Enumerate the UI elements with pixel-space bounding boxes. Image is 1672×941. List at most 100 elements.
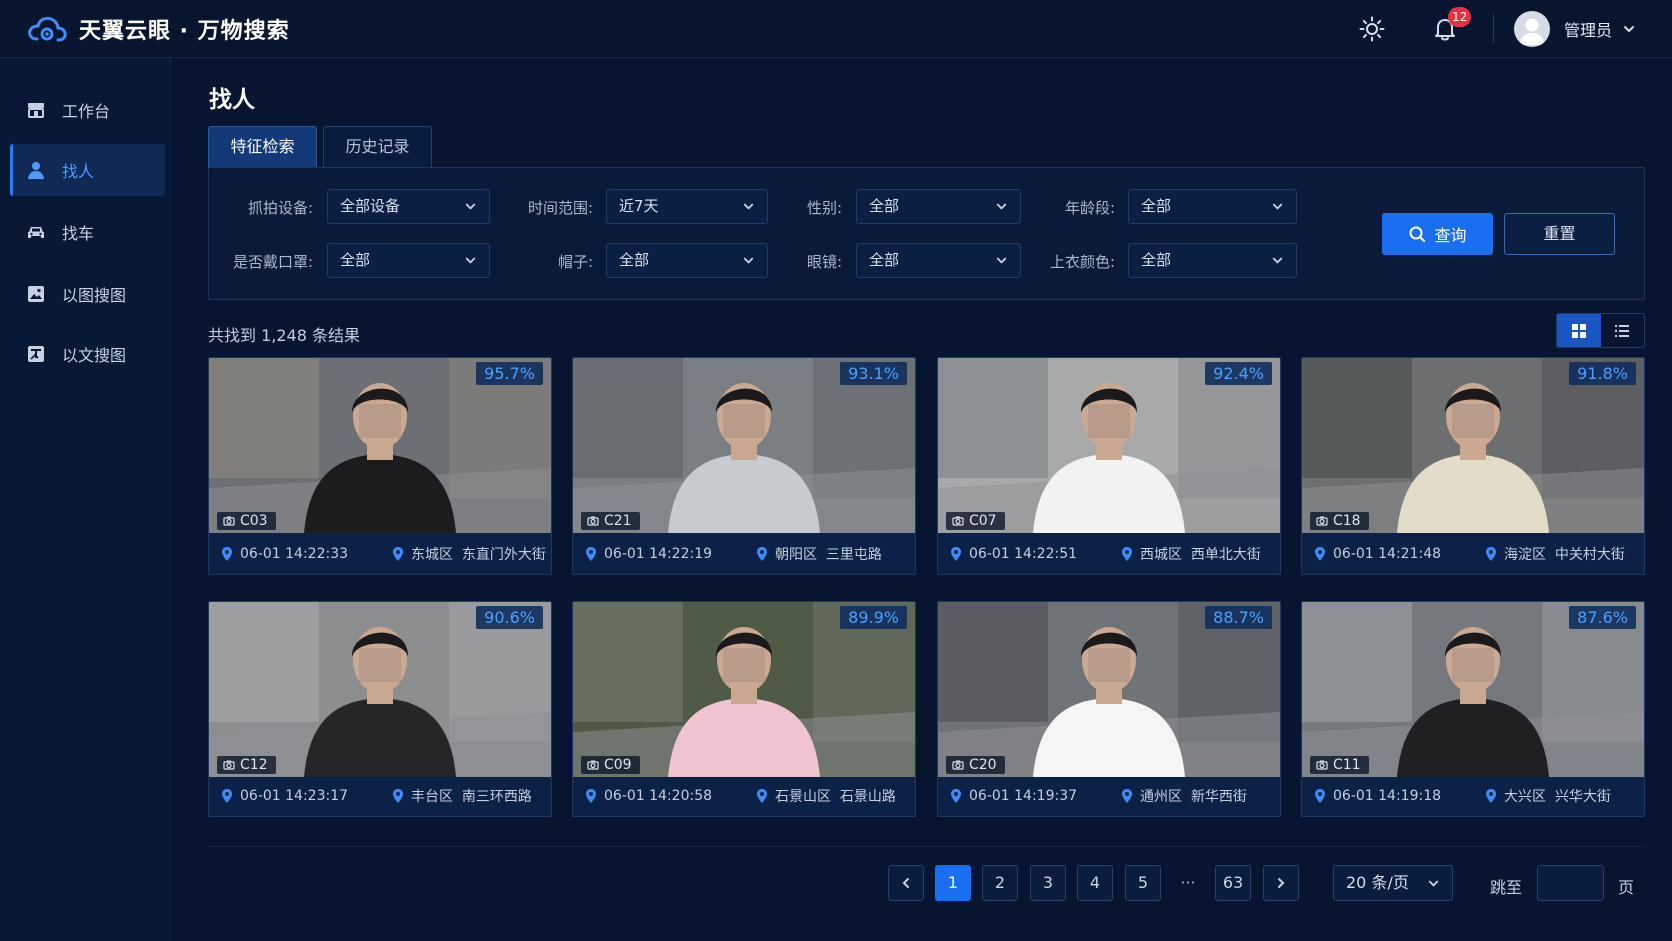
location-pin-icon	[757, 547, 767, 561]
sidebar-item-image-search[interactable]: 以图搜图	[10, 268, 165, 320]
camera-icon	[587, 760, 599, 770]
camera-icon	[587, 516, 599, 526]
camera-id: C12	[240, 757, 268, 773]
tab-feature-search[interactable]: 特征检索	[208, 126, 317, 168]
capture-time: 06-01 14:22:19	[585, 546, 712, 562]
capture-location: 西城区 西单北大街	[1121, 544, 1261, 564]
chevron-down-icon	[1272, 257, 1283, 264]
result-card[interactable]: 87.6% C11 06-01 14:19:18 大兴区 兴华大街	[1301, 601, 1645, 817]
result-card[interactable]: 95.7% C03 06-01 14:22:33 东城区 东直门外大街	[208, 357, 552, 575]
similarity-score: 90.6%	[476, 606, 543, 629]
sidebar-item-find-car[interactable]: 找车	[10, 206, 165, 258]
card-meta: 06-01 14:22:51 西城区 西单北大街	[938, 534, 1280, 574]
camera-icon	[1316, 516, 1328, 526]
pagination-ellipsis[interactable]: ···	[1176, 865, 1200, 901]
location-pin-icon	[586, 547, 596, 561]
camera-tag: C18	[1310, 512, 1369, 530]
page-button-2[interactable]: 2	[982, 865, 1018, 901]
reset-button[interactable]: 重置	[1504, 213, 1615, 255]
page-size-select[interactable]: 20 条/页	[1333, 865, 1453, 901]
location-pin-icon	[1315, 547, 1325, 561]
gender-select[interactable]: 全部	[856, 189, 1021, 224]
mask-select[interactable]: 全部	[327, 243, 490, 278]
device-select[interactable]: 全部设备	[327, 189, 490, 224]
camera-id: C11	[1333, 757, 1361, 773]
chevron-down-icon[interactable]	[1622, 22, 1636, 36]
similarity-score: 92.4%	[1205, 362, 1272, 385]
result-card[interactable]: 88.7% C20 06-01 14:19:37 通州区 新华西街	[937, 601, 1281, 817]
similarity-score: 91.8%	[1569, 362, 1636, 385]
capture-location-text: 石景山区 石景山路	[775, 789, 896, 805]
location-pin-icon	[1486, 547, 1496, 561]
result-card[interactable]: 89.9% C09 06-01 14:20:58 石景山区 石景山路	[572, 601, 916, 817]
capture-time: 06-01 14:21:48	[1314, 546, 1441, 562]
camera-id: C20	[969, 757, 997, 773]
top-color-select[interactable]: 全部	[1128, 243, 1297, 278]
location-pin-icon	[951, 547, 961, 561]
list-icon	[1615, 324, 1630, 337]
page-button-1[interactable]: 1	[935, 865, 971, 901]
header-divider	[1492, 14, 1494, 44]
similarity-score: 95.7%	[476, 362, 543, 385]
grid-view-button[interactable]	[1557, 314, 1601, 347]
capture-time: 06-01 14:20:58	[585, 788, 712, 804]
card-meta: 06-01 14:19:37 通州区 新华西街	[938, 776, 1280, 816]
username[interactable]: 管理员	[1564, 17, 1612, 41]
glasses-select-value: 全部	[869, 251, 900, 269]
page-button-4[interactable]: 4	[1077, 865, 1113, 901]
page-button-3[interactable]: 3	[1030, 865, 1066, 901]
capture-location-text: 西城区 西单北大街	[1140, 547, 1261, 563]
sidebar: 工作台 找人 找车 以图搜图 以文搜图	[0, 58, 171, 941]
camera-id: C09	[604, 757, 632, 773]
brand[interactable]: 天翼云眼 · 万物搜索	[25, 13, 290, 45]
chevron-down-icon	[1272, 203, 1283, 210]
page-button-last[interactable]: 63	[1215, 865, 1251, 901]
jump-page-input[interactable]	[1537, 865, 1604, 901]
camera-tag: C21	[581, 512, 640, 530]
capture-time-text: 06-01 14:22:33	[240, 546, 349, 562]
capture-time-text: 06-01 14:23:17	[240, 788, 349, 804]
notification-button[interactable]: 12	[1431, 7, 1472, 43]
camera-icon	[952, 516, 964, 526]
capture-location: 朝阳区 三里屯路	[756, 544, 882, 564]
capture-location-text: 丰台区 南三环西路	[411, 789, 532, 805]
prev-page-button[interactable]	[888, 865, 924, 901]
result-card[interactable]: 90.6% C12 06-01 14:23:17 丰台区 南三环西路	[208, 601, 552, 817]
sidebar-item-workbench[interactable]: 工作台	[10, 84, 165, 136]
camera-tag: C07	[946, 512, 1005, 530]
capture-location-text: 海淀区 中关村大街	[1504, 547, 1625, 563]
tab-history[interactable]: 历史记录	[323, 126, 432, 168]
age-select[interactable]: 全部	[1128, 189, 1297, 224]
page-button-5[interactable]: 5	[1125, 865, 1161, 901]
result-card[interactable]: 91.8% C18 06-01 14:21:48 海淀区 中关村大街	[1301, 357, 1645, 575]
list-view-button[interactable]	[1601, 314, 1645, 347]
camera-id: C03	[240, 513, 268, 529]
camera-tag: C12	[217, 756, 276, 774]
filter-label-mask: 是否戴口罩:	[232, 253, 313, 271]
chevron-left-icon	[902, 878, 909, 888]
capture-time-text: 06-01 14:21:48	[1333, 546, 1442, 562]
card-meta: 06-01 14:23:17 丰台区 南三环西路	[209, 776, 551, 816]
location-pin-icon	[222, 547, 232, 561]
query-button-label: 查询	[1434, 226, 1467, 245]
age-select-value: 全部	[1141, 197, 1172, 215]
glasses-select[interactable]: 全部	[856, 243, 1021, 278]
sidebar-item-text-search[interactable]: 以文搜图	[10, 328, 165, 380]
query-button[interactable]: 查询	[1382, 213, 1493, 255]
capture-location: 大兴区 兴华大街	[1485, 786, 1611, 806]
result-card[interactable]: 92.4% C07 06-01 14:22:51 西城区 西单北大街	[937, 357, 1281, 575]
capture-location-text: 朝阳区 三里屯路	[775, 547, 882, 563]
location-pin-icon	[1486, 789, 1496, 803]
capture-time: 06-01 14:22:33	[221, 546, 348, 562]
next-page-button[interactable]	[1263, 865, 1299, 901]
top-color-select-value: 全部	[1141, 251, 1172, 269]
card-meta: 06-01 14:19:18 大兴区 兴华大街	[1302, 776, 1644, 816]
location-pin-icon	[1122, 547, 1132, 561]
similarity-score: 87.6%	[1569, 606, 1636, 629]
theme-toggle-sun-icon[interactable]	[1359, 16, 1385, 42]
avatar[interactable]	[1513, 11, 1550, 47]
sidebar-item-find-person[interactable]: 找人	[10, 144, 165, 196]
capture-location-text: 大兴区 兴华大街	[1504, 789, 1611, 805]
result-card[interactable]: 93.1% C21 06-01 14:22:19 朝阳区 三里屯路	[572, 357, 916, 575]
card-meta: 06-01 14:22:19 朝阳区 三里屯路	[573, 534, 915, 574]
